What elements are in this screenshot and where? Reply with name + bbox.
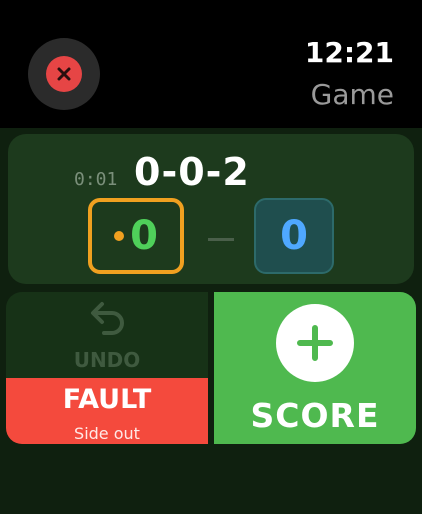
clock-time: 12:21	[304, 36, 394, 69]
scoreboard: 0:01 0-0-2 0 0	[8, 134, 414, 284]
undo-button[interactable]: UNDO	[6, 292, 208, 378]
score-separator	[208, 238, 234, 241]
undo-arrow-icon	[91, 302, 124, 335]
close-button[interactable]	[28, 38, 100, 110]
team-left-score: 0	[130, 213, 158, 259]
fault-sublabel: Side out	[74, 424, 140, 443]
score-label: SCORE	[250, 396, 380, 435]
page-title: Game	[310, 78, 394, 111]
fault-label: FAULT	[62, 384, 152, 415]
team-right-score-box[interactable]: 0	[254, 198, 334, 274]
fault-button[interactable]: FAULT Side out	[6, 378, 208, 444]
set-score: 0-0-2	[134, 150, 250, 194]
close-icon	[46, 56, 82, 92]
team-right-score: 0	[280, 213, 308, 259]
score-button[interactable]: SCORE	[214, 292, 416, 444]
undo-label: UNDO	[73, 348, 141, 372]
top-bar: 12:21 Game	[0, 0, 422, 128]
serving-indicator-icon	[114, 231, 125, 241]
team-left-score-box[interactable]: 0	[88, 198, 184, 274]
game-timer: 0:01	[74, 169, 118, 190]
plus-icon	[276, 304, 354, 382]
